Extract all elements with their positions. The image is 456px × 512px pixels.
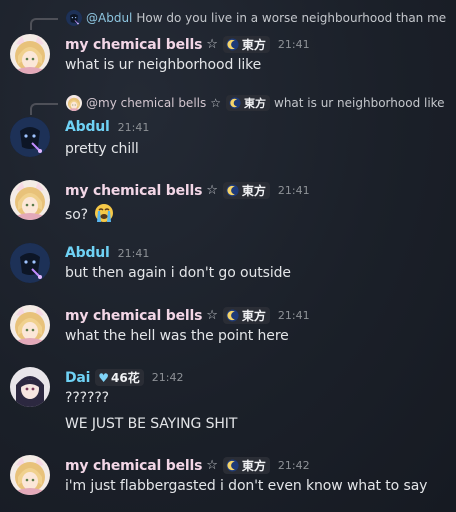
avatar[interactable] [10,455,50,495]
message-text: pretty chill [65,141,139,157]
server-tag[interactable]: 東方 [222,36,270,53]
reply-avatar [66,10,82,26]
star-icon: ☆ [210,96,221,110]
username[interactable]: Abdul [65,119,110,135]
server-tag[interactable]: 東方 [226,95,270,111]
timestamp[interactable]: 21:41 [118,247,150,260]
star-icon: ☆ [206,308,218,323]
timestamp[interactable]: 21:41 [278,309,310,322]
timestamp[interactable]: 21:42 [152,371,184,384]
server-tag-label: 東方 [241,38,266,52]
username[interactable]: my chemical bells [65,37,202,53]
server-tag-label: 東方 [241,459,266,473]
username[interactable]: my chemical bells [65,308,202,324]
reply-avatar [66,95,82,111]
loudly-crying-face-icon[interactable] [94,203,114,223]
message-text: so? [65,203,114,223]
message-text: WE JUST BE SAYING SHIT [65,416,238,432]
timestamp[interactable]: 21:42 [278,459,310,472]
message-text: ?????? [65,390,109,406]
timestamp[interactable]: 21:41 [278,38,310,51]
username[interactable]: Dai [65,370,90,386]
server-tag[interactable]: 東方 [222,182,270,199]
message-text-content: so? [65,207,88,223]
star-icon: ☆ [206,183,218,198]
reply-text: what is ur neighborhood like [274,96,445,110]
star-icon: ☆ [206,458,218,473]
message-text: but then again i don't go outside [65,265,291,281]
message-text: what the hell was the point here [65,328,289,344]
avatar[interactable] [10,34,50,74]
reply-spine [30,103,58,115]
avatar[interactable] [10,117,50,157]
reply-username[interactable]: @my chemical bells [86,96,206,110]
avatar[interactable] [10,367,50,407]
timestamp[interactable]: 21:41 [118,121,150,134]
server-tag-label: 46花 [111,371,140,385]
reply-username[interactable]: @Abdul [86,11,132,25]
moon-icon [226,184,239,197]
moon-icon [226,459,239,472]
reply-text: How do you live in a worse neighbourhood… [136,11,447,25]
username[interactable]: Abdul [65,245,110,261]
moon-icon [229,97,241,109]
server-tag[interactable]: 東方 [222,457,270,474]
server-tag[interactable]: 東方 [222,307,270,324]
avatar[interactable] [10,305,50,345]
moon-icon [226,309,239,322]
username[interactable]: my chemical bells [65,458,202,474]
reply-spine [30,18,58,30]
star-icon: ☆ [206,37,218,52]
avatar[interactable] [10,180,50,220]
message-text: what is ur neighborhood like [65,57,262,73]
timestamp[interactable]: 21:41 [278,184,310,197]
username[interactable]: my chemical bells [65,183,202,199]
message-text: i'm just flabbergasted i don't even know… [65,478,428,494]
server-tag-label: 東方 [241,184,266,198]
heart-icon: ♥ [98,370,110,385]
server-tag[interactable]: ♥ 46花 [95,369,144,386]
server-tag-label: 東方 [241,309,266,323]
moon-icon [226,38,239,51]
avatar[interactable] [10,243,50,283]
server-tag-label: 東方 [244,97,266,110]
